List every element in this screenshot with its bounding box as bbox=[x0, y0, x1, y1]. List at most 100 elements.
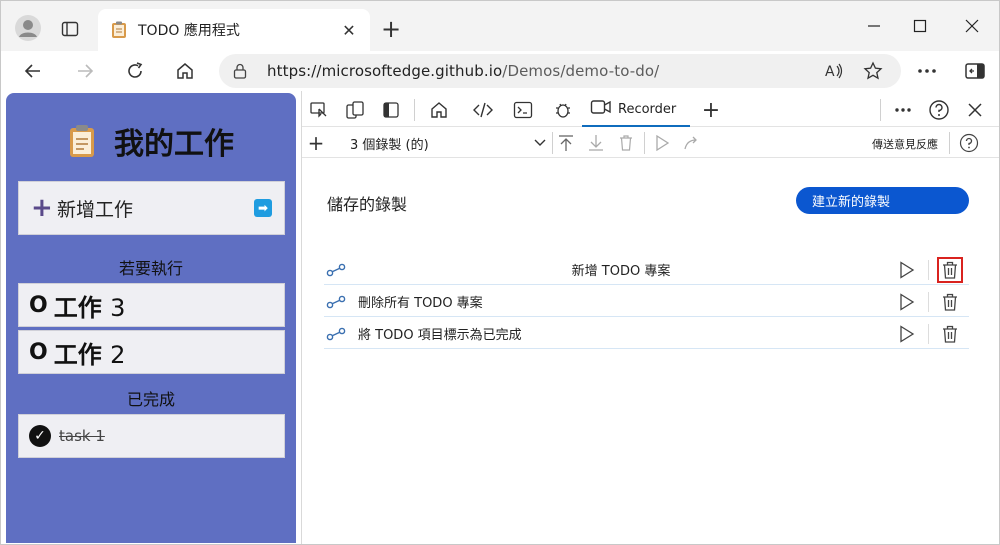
delete-recording-icon[interactable] bbox=[614, 131, 638, 155]
task-number: 3 bbox=[110, 293, 126, 322]
inspect-element-icon[interactable] bbox=[306, 97, 332, 123]
toolbar-divider bbox=[644, 132, 645, 154]
toolbar-divider bbox=[552, 132, 553, 154]
svg-text:A: A bbox=[825, 64, 835, 80]
toolbar-divider bbox=[949, 132, 950, 154]
browser-window: TODO 應用程式 ✕ + https://microsoftedge.gith… bbox=[0, 0, 1000, 545]
lock-icon[interactable] bbox=[233, 63, 253, 79]
help-icon[interactable] bbox=[926, 97, 952, 123]
task-item[interactable]: O 工作 3 bbox=[18, 283, 285, 327]
toolbar-divider bbox=[414, 99, 415, 121]
address-toolbar: https://microsoftedge.github.io/Demos/de… bbox=[1, 51, 999, 91]
recording-select-value: 3 個錄製 (的) bbox=[350, 137, 429, 153]
close-devtools-icon[interactable] bbox=[962, 97, 988, 123]
todo-heading: 若要執行 bbox=[118, 259, 183, 278]
recording-row[interactable]: 刪除所有 TODO 專案 bbox=[324, 287, 969, 317]
sources-bug-icon[interactable] bbox=[550, 97, 576, 123]
chevron-down-icon bbox=[534, 136, 546, 151]
app-title: 我的工作 bbox=[6, 119, 296, 163]
completed-task-item[interactable]: ✓ task 1 bbox=[18, 414, 285, 458]
toolbar-divider bbox=[880, 99, 881, 121]
more-menu-icon[interactable] bbox=[913, 57, 941, 85]
browser-tab[interactable]: TODO 應用程式 ✕ bbox=[98, 9, 370, 51]
play-recording-icon[interactable] bbox=[894, 321, 920, 347]
task-label: 工作 2 bbox=[54, 335, 126, 370]
add-task-label: 新增工作 bbox=[57, 198, 134, 221]
clipboard-icon bbox=[110, 21, 128, 39]
profile-icon[interactable] bbox=[13, 13, 43, 43]
recording-row[interactable]: 將 TODO 項目標示為已完成 bbox=[324, 319, 969, 349]
help-circle-icon[interactable] bbox=[957, 131, 981, 155]
maximize-icon[interactable] bbox=[897, 11, 943, 41]
task-item[interactable]: O 工作 2 bbox=[18, 330, 285, 374]
submit-arrow-icon[interactable]: ➡ bbox=[254, 199, 272, 217]
todo-app: 我的工作 + 新增工作 ➡ 若要執行 O 工作 3 O 工作 2 已完成 ✓ t… bbox=[6, 93, 296, 543]
elements-code-icon[interactable] bbox=[470, 97, 496, 123]
import-download-icon[interactable] bbox=[584, 131, 608, 155]
home-icon[interactable] bbox=[171, 57, 199, 85]
done-heading: 已完成 bbox=[126, 390, 175, 409]
page-content: 我的工作 + 新增工作 ➡ 若要執行 O 工作 3 O 工作 2 已完成 ✓ t… bbox=[1, 91, 999, 544]
recording-name[interactable]: 刪除所有 TODO 專案 bbox=[358, 292, 894, 311]
url-text: https://microsoftedge.github.io/Demos/de… bbox=[267, 62, 811, 80]
delete-recording-trash-icon[interactable] bbox=[937, 256, 963, 283]
delete-recording-trash-icon[interactable] bbox=[937, 321, 963, 347]
welcome-home-icon[interactable] bbox=[426, 97, 452, 123]
dock-side-icon[interactable] bbox=[378, 97, 404, 123]
send-feedback-link[interactable]: 傳送意見反應 bbox=[872, 136, 938, 152]
export-upload-icon[interactable] bbox=[554, 131, 578, 155]
recording-row[interactable]: 新增 TODO 專案 bbox=[324, 255, 969, 285]
address-bar[interactable]: https://microsoftedge.github.io/Demos/de… bbox=[219, 54, 901, 88]
refresh-icon[interactable] bbox=[121, 57, 149, 85]
new-tab-icon[interactable]: + bbox=[377, 15, 405, 43]
url-path: /Demos/demo-to-do/ bbox=[502, 62, 660, 80]
recording-name[interactable]: 將 TODO 項目標示為已完成 bbox=[358, 324, 894, 343]
recorder-camera-icon bbox=[590, 99, 612, 119]
devtools-more-icon[interactable] bbox=[890, 97, 916, 123]
incomplete-circle-icon[interactable]: O bbox=[29, 340, 48, 365]
read-aloud-icon[interactable]: A bbox=[821, 62, 849, 80]
row-divider bbox=[928, 259, 929, 280]
app-title-text: 我的工作 bbox=[114, 127, 234, 162]
task-label: 工作 3 bbox=[54, 288, 126, 323]
plus-icon: + bbox=[31, 193, 53, 223]
recorder-tab-label: Recorder bbox=[618, 101, 677, 117]
play-recording-icon[interactable] bbox=[894, 257, 920, 283]
console-icon[interactable] bbox=[510, 97, 536, 123]
recording-select[interactable]: 3 個錄製 (的) bbox=[350, 133, 546, 153]
incomplete-circle-icon[interactable]: O bbox=[29, 293, 48, 318]
tab-actions-icon[interactable] bbox=[56, 15, 84, 43]
favorite-star-icon[interactable] bbox=[859, 61, 887, 81]
checkmark-icon[interactable]: ✓ bbox=[29, 425, 51, 447]
clipboard-icon bbox=[68, 124, 96, 158]
replay-play-icon[interactable] bbox=[650, 131, 674, 155]
replay-settings-arrow-icon[interactable] bbox=[680, 131, 704, 155]
create-recording-button[interactable]: 建立新的錄製 bbox=[796, 187, 969, 214]
recording-link-icon bbox=[324, 322, 348, 346]
device-emulation-icon[interactable] bbox=[342, 97, 368, 123]
devtools-tab-bar: Recorder + bbox=[302, 91, 999, 127]
recording-link-icon bbox=[324, 258, 348, 282]
minimize-icon[interactable] bbox=[851, 11, 897, 41]
row-divider bbox=[928, 323, 929, 344]
recorder-toolbar: + 3 個錄製 (的) 傳送意見反應 bbox=[302, 128, 999, 158]
url-host: https://microsoftedge.github.io bbox=[267, 62, 503, 80]
task-label-text: 工作 bbox=[53, 340, 102, 369]
title-bar: TODO 應用程式 ✕ + bbox=[1, 1, 999, 51]
play-recording-icon[interactable] bbox=[894, 289, 920, 315]
add-task-input[interactable]: + 新增工作 ➡ bbox=[18, 181, 285, 235]
more-tools-plus-icon[interactable]: + bbox=[698, 97, 724, 123]
task-number: 2 bbox=[110, 340, 126, 369]
back-icon[interactable] bbox=[19, 57, 47, 85]
close-tab-icon[interactable]: ✕ bbox=[340, 21, 358, 40]
tab-recorder[interactable]: Recorder bbox=[582, 93, 690, 127]
new-recording-plus-icon[interactable]: + bbox=[304, 131, 328, 155]
close-window-icon[interactable] bbox=[949, 11, 995, 41]
forward-icon[interactable] bbox=[71, 57, 99, 85]
saved-recordings-heading: 儲存的錄製 bbox=[327, 195, 408, 214]
sidebar-toggle-icon[interactable] bbox=[961, 57, 989, 85]
recording-name[interactable]: 新增 TODO 專案 bbox=[348, 260, 894, 279]
delete-recording-trash-icon[interactable] bbox=[937, 289, 963, 315]
task-label-text: 工作 bbox=[53, 293, 102, 322]
tab-title: TODO 應用程式 bbox=[138, 23, 240, 39]
